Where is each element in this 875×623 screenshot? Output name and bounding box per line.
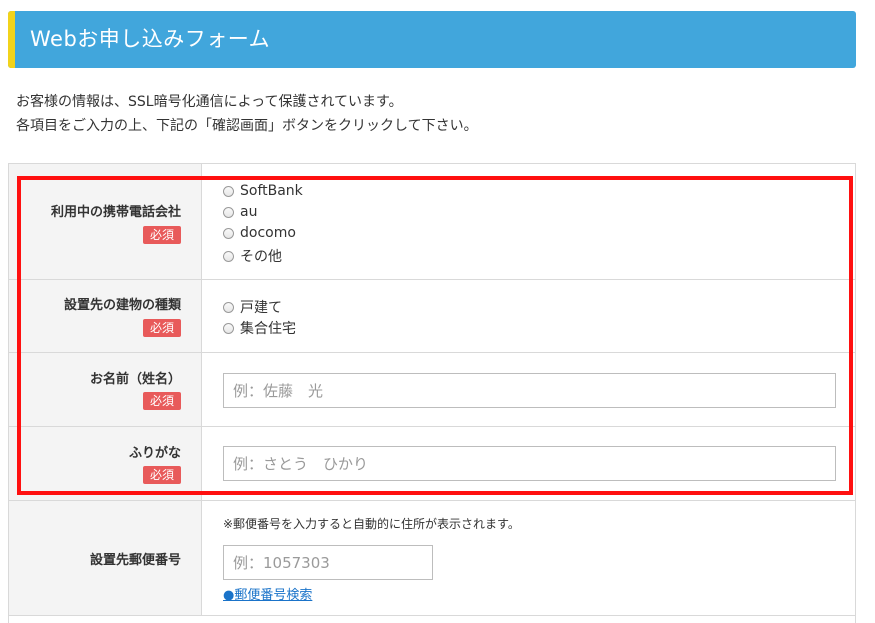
postal-label: 設置先郵便番号 [89, 553, 181, 568]
row-postal-code: 設置先郵便番号 ※郵便番号を入力すると自動的に住所が表示されます。 ●郵便番号検… [9, 501, 855, 616]
radio-softbank[interactable]: SoftBank [223, 183, 303, 199]
label-cell-building: 設置先の建物の種類 必須 [9, 280, 202, 352]
radio-circle[interactable] [223, 301, 234, 313]
row-carrier: 利用中の携帯電話会社 必須 SoftBank au docomo その他 [9, 164, 855, 280]
radio-circle[interactable] [223, 322, 234, 334]
furigana-input[interactable] [223, 446, 836, 481]
required-badge: 必須 [142, 466, 181, 484]
row-building-type: 設置先の建物の種類 必須 戸建て 集合住宅 [9, 280, 855, 353]
radio-detached-house[interactable]: 戸建て [223, 297, 282, 317]
building-label: 設置先の建物の種類 [63, 298, 181, 313]
radio-apartment[interactable]: 集合住宅 [223, 318, 296, 338]
radio-circle[interactable] [223, 206, 234, 218]
radio-other[interactable]: その他 [223, 246, 282, 266]
carrier-label: 利用中の携帯電話会社 [50, 205, 181, 220]
value-cell-furigana [203, 427, 855, 500]
row-furigana: ふりがな 必須 [9, 427, 855, 501]
value-cell-name [203, 353, 855, 426]
header-accent-bar [8, 11, 15, 68]
radio-label: 戸建て [240, 300, 282, 316]
radio-au[interactable]: au [223, 204, 257, 220]
label-cell-carrier: 利用中の携帯電話会社 必須 [9, 164, 202, 279]
postal-search-link[interactable]: ●郵便番号検索 [223, 584, 312, 603]
radio-label: SoftBank [240, 183, 303, 199]
radio-circle[interactable] [223, 227, 234, 239]
required-badge: 必須 [142, 319, 181, 337]
form-header: Webお申し込みフォーム [8, 11, 856, 68]
radio-label: docomo [240, 225, 296, 241]
radio-label: その他 [240, 249, 282, 265]
value-cell-carrier: SoftBank au docomo その他 [203, 164, 855, 279]
value-cell-building: 戸建て 集合住宅 [203, 280, 855, 352]
furigana-label: ふりがな [128, 446, 181, 461]
application-form: 利用中の携帯電話会社 必須 SoftBank au docomo その他 設置先… [8, 163, 856, 623]
row-name: お名前（姓名） 必須 [9, 353, 855, 427]
value-cell-postal: ※郵便番号を入力すると自動的に住所が表示されます。 ●郵便番号検索 [203, 501, 855, 615]
radio-label: 集合住宅 [240, 321, 296, 337]
radio-docomo[interactable]: docomo [223, 225, 296, 241]
intro-text: お客様の情報は、SSL暗号化通信によって保護されています。 各項目をご入力の上、… [16, 90, 478, 138]
radio-circle[interactable] [223, 185, 234, 197]
label-cell-furigana: ふりがな 必須 [9, 427, 202, 500]
name-input[interactable] [223, 373, 836, 408]
postal-note: ※郵便番号を入力すると自動的に住所が表示されます。 [223, 517, 520, 531]
required-badge: 必須 [142, 392, 181, 410]
page-title: Webお申し込みフォーム [30, 27, 271, 51]
radio-circle[interactable] [223, 250, 234, 262]
required-badge: 必須 [142, 226, 181, 244]
intro-line-2: 各項目をご入力の上、下記の「確認画面」ボタンをクリックして下さい。 [16, 118, 478, 134]
radio-label: au [240, 204, 258, 220]
intro-line-1: お客様の情報は、SSL暗号化通信によって保護されています。 [16, 94, 403, 110]
label-cell-postal: 設置先郵便番号 [9, 501, 202, 615]
postal-code-input[interactable] [223, 545, 433, 580]
name-label: お名前（姓名） [89, 372, 181, 387]
label-cell-name: お名前（姓名） 必須 [9, 353, 202, 426]
